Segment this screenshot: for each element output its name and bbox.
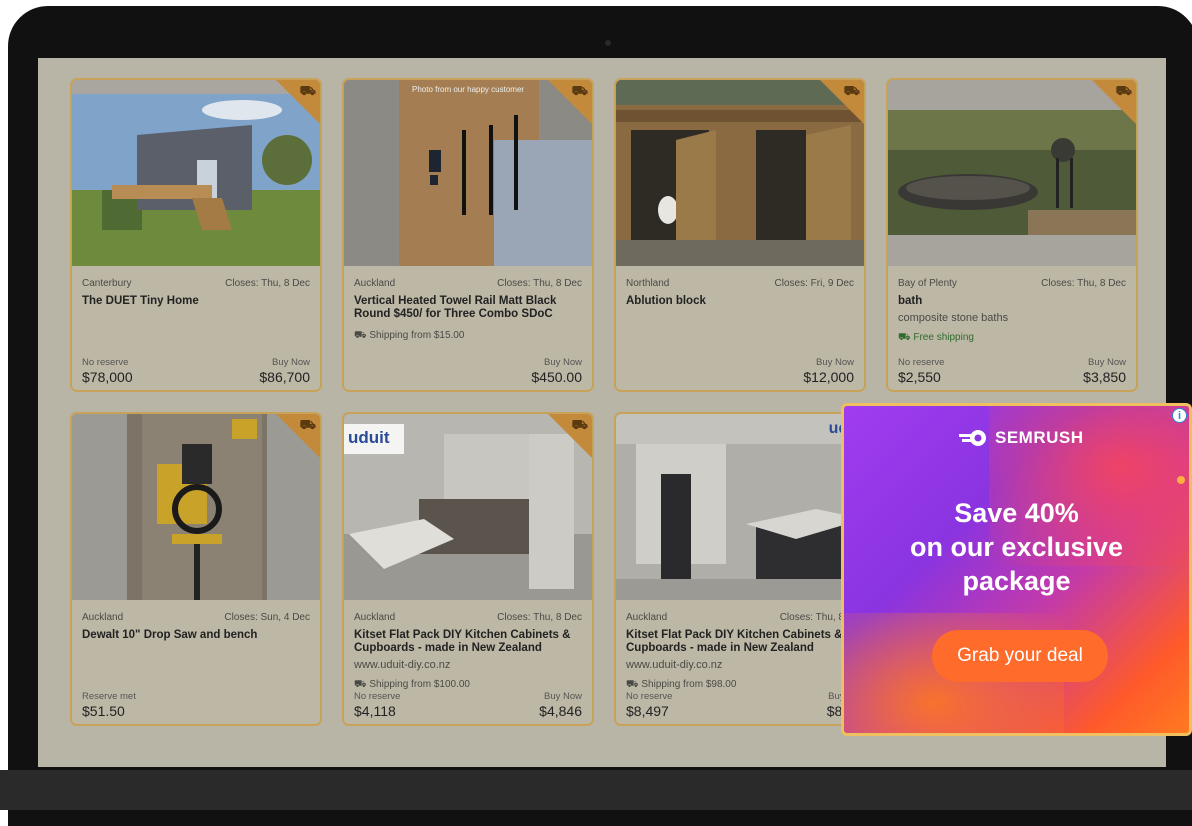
semrush-logo: SEMRUSH	[959, 428, 1084, 448]
laptop-base	[0, 770, 1192, 810]
truck-icon: ⛟	[354, 679, 370, 690]
info-icon[interactable]: i	[1172, 408, 1187, 423]
shipping-text: Shipping from $98.00	[641, 679, 737, 690]
buy-now-label: Buy Now	[1087, 357, 1126, 368]
current-price: $78,000	[82, 369, 133, 385]
listing-card[interactable]: ⛟ Auckland Closes: Sun, 4 Dec Dewalt 10"…	[70, 412, 322, 726]
buy-now-label: Buy Now	[271, 357, 310, 368]
semrush-ad[interactable]: i SEMRUSH Save 40% on our exclusive pack…	[841, 403, 1192, 736]
listing-closes: Closes: Thu, 8 Dec	[225, 278, 310, 289]
listing-title[interactable]: Vertical Heated Towel Rail Matt Black Ro…	[354, 295, 582, 321]
watchlist-plus-icon[interactable]: ⛟	[300, 83, 316, 101]
listing-region: Auckland	[626, 612, 668, 623]
watchlist-plus-icon[interactable]: ⛟	[1116, 83, 1132, 101]
listing-region: Canterbury	[82, 278, 132, 289]
listing-region: Auckland	[82, 612, 124, 623]
ad-dot	[1177, 476, 1185, 484]
price-label: No reserve	[82, 357, 129, 368]
camera	[605, 40, 611, 46]
listing-closes: Closes: Thu, 8 Dec	[1041, 278, 1126, 289]
listing-subtitle: www.uduit-diy.co.nz	[626, 659, 723, 671]
price-label: Reserve met	[82, 691, 136, 702]
listing-closes: Closes: Thu, 8 Dec	[497, 612, 582, 623]
listing-subtitle: www.uduit-diy.co.nz	[354, 659, 451, 671]
listing-card[interactable]: udu Auckland Closes: Thu, 8 D Kitset Fla…	[614, 412, 866, 726]
truck-icon: ⛟	[626, 679, 642, 690]
listing-closes: Closes: Sun, 4 Dec	[224, 612, 310, 623]
shipping-text: Shipping from $100.00	[369, 679, 470, 690]
listing-card[interactable]: ⛟ Bay of Plenty Closes: Thu, 8 Dec bath …	[886, 78, 1138, 392]
price-label: No reserve	[354, 691, 401, 702]
listing-title[interactable]: Dewalt 10" Drop Saw and bench	[82, 629, 310, 642]
price-label: No reserve	[898, 357, 945, 368]
semrush-flame-icon	[959, 430, 986, 446]
listing-title[interactable]: Ablution block	[626, 295, 854, 308]
listing-title[interactable]: Kitset Flat Pack DIY Kitchen Cabinets & …	[626, 629, 854, 655]
buy-now-price: $4,846	[539, 703, 582, 719]
truck-icon: ⛟	[354, 330, 370, 341]
free-shipping-text: Free shipping	[913, 332, 974, 343]
buy-now-price: $450.00	[531, 369, 582, 385]
current-price: $2,550	[898, 369, 941, 385]
listing-region: Northland	[626, 278, 670, 289]
ad-headline-3: package	[962, 566, 1071, 596]
listing-title[interactable]: bath	[898, 295, 1126, 308]
price-label: No reserve	[626, 691, 673, 702]
listing-title[interactable]: Kitset Flat Pack DIY Kitchen Cabinets & …	[354, 629, 582, 655]
watchlist-plus-icon[interactable]: ⛟	[300, 417, 316, 435]
listing-region: Auckland	[354, 612, 396, 623]
ad-brand: SEMRUSH	[995, 428, 1084, 447]
listing-region: Bay of Plenty	[898, 278, 957, 289]
buy-now-price: $3,850	[1083, 369, 1126, 385]
photo-caption: Photo from our happy customer	[412, 85, 525, 94]
listing-closes: Closes: Fri, 9 Dec	[774, 278, 854, 289]
current-price: $8,497	[626, 703, 669, 719]
brand-logo: uduit	[348, 428, 390, 447]
grab-deal-button[interactable]: Grab your deal	[932, 630, 1108, 682]
listing-photo[interactable]	[616, 414, 864, 600]
listing-card[interactable]: ⛟ Northland Closes: Fri, 9 Dec Ablution …	[614, 78, 866, 392]
watchlist-plus-icon[interactable]: ⛟	[572, 83, 588, 101]
listing-region: Auckland	[354, 278, 396, 289]
buy-now-label: Buy Now	[815, 357, 854, 368]
listing-card[interactable]: uduit ⛟ Auckland Closes: Thu, 8 Dec Kits…	[342, 412, 594, 726]
buy-now-price: $12,000	[803, 369, 854, 385]
current-price: $4,118	[354, 703, 396, 719]
buy-now-price: $86,700	[259, 369, 310, 385]
shipping-text: Shipping from $15.00	[369, 330, 465, 341]
buy-now-label: Buy Now	[543, 691, 582, 702]
listing-subtitle: composite stone baths	[898, 312, 1009, 324]
current-price: $51.50	[82, 703, 125, 719]
buy-now-label: Buy Now	[543, 357, 582, 368]
listing-card[interactable]: ⛟ Canterbury Closes: Thu, 8 Dec The DUET…	[70, 78, 322, 392]
ad-headline-2: on our exclusive	[909, 532, 1124, 562]
ad-headline-1: Save 40%	[954, 498, 1079, 528]
listing-title[interactable]: The DUET Tiny Home	[82, 295, 310, 308]
free-shipping-icon: ⛟	[898, 332, 914, 343]
listing-closes: Closes: Thu, 8 Dec	[497, 278, 582, 289]
listing-card[interactable]: Photo from our happy customer ⛟ Auckland…	[342, 78, 594, 392]
watchlist-plus-icon[interactable]: ⛟	[572, 417, 588, 435]
watchlist-plus-icon[interactable]: ⛟	[844, 83, 860, 101]
